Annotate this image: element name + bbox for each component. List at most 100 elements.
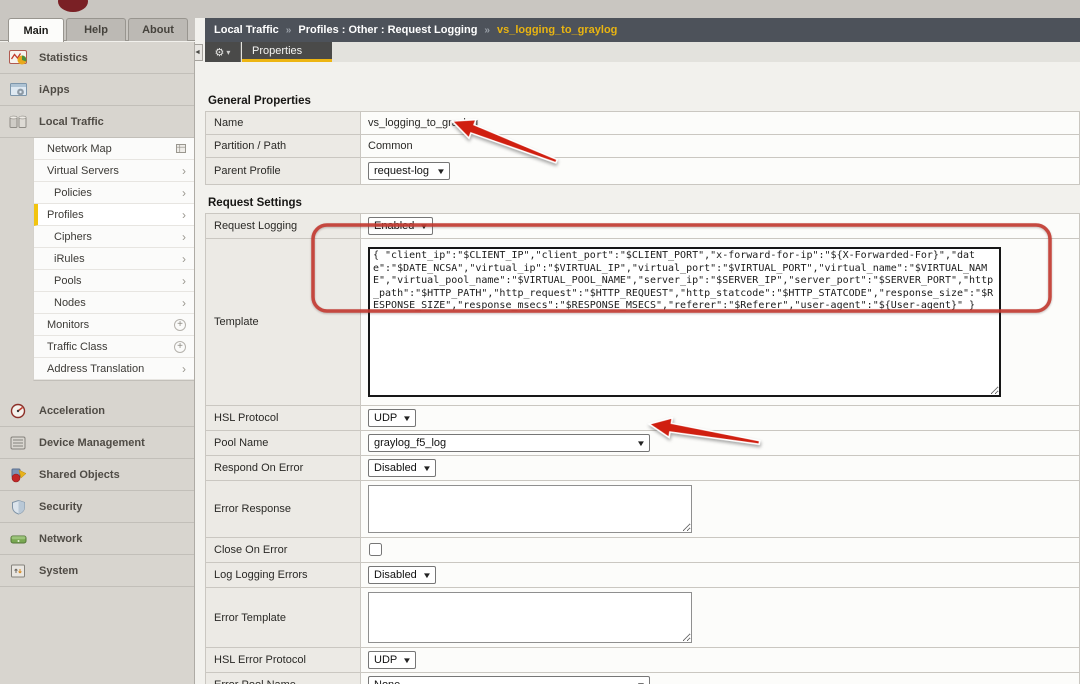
close-on-error-label: Close On Error	[205, 537, 361, 563]
table-row: Name vs_logging_to_graylog	[205, 111, 1080, 135]
tab-help[interactable]: Help	[66, 18, 126, 41]
table-row: HSL Protocol UDP ▼	[205, 405, 1080, 431]
error-response-label: Error Response	[205, 480, 361, 538]
tab-about[interactable]: About	[128, 18, 188, 41]
request-settings-table: Request Logging Enabled ▼ Template { "cl…	[205, 213, 1080, 684]
sidebar-item-address-translation[interactable]: Address Translation ›	[34, 358, 194, 380]
error-pool-name-label: Error Pool Name	[205, 672, 361, 684]
sidebar-item-nodes[interactable]: Nodes ›	[34, 292, 194, 314]
nav-tab-bar: Main Help About	[0, 18, 195, 42]
sub-item-label: Traffic Class	[47, 340, 108, 353]
table-row: Error Template	[205, 587, 1080, 648]
hsl-protocol-select[interactable]: UDP ▼	[368, 409, 417, 427]
sidebar-item-local-traffic[interactable]: Local Traffic	[0, 106, 194, 138]
chevron-right-icon: ›	[182, 229, 186, 244]
f5-logo-icon	[58, 0, 88, 12]
close-on-error-checkbox[interactable]	[369, 543, 382, 556]
sidebar-item-label: Shared Objects	[39, 468, 120, 481]
sidebar-item-security[interactable]: Security	[0, 491, 194, 523]
chevron-down-icon: ▼	[636, 681, 646, 684]
error-template-label: Error Template	[205, 587, 361, 648]
request-settings-title: Request Settings	[208, 197, 302, 209]
sidebar-item-ciphers[interactable]: Ciphers ›	[34, 226, 194, 248]
general-properties-table: Name vs_logging_to_graylog Partition / P…	[205, 111, 1080, 185]
template-textarea[interactable]: { "client_ip":"$CLIENT_IP","client_port"…	[368, 247, 1001, 397]
sidebar-item-label: System	[39, 564, 79, 577]
sidebar-item-network-map[interactable]: Network Map	[34, 138, 194, 160]
partition-path-value: Common	[368, 140, 413, 152]
gear-menu-button[interactable]: ⚙ ▾	[205, 42, 241, 62]
sidebar-item-irules[interactable]: iRules ›	[34, 248, 194, 270]
hsl-error-protocol-select[interactable]: UDP ▼	[368, 651, 417, 669]
table-row: Close On Error	[205, 537, 1080, 563]
chevron-right-icon: ›	[182, 207, 186, 222]
sub-item-label: Virtual Servers	[47, 164, 119, 177]
chevron-down-icon: ▼	[402, 655, 413, 665]
sidebar-item-monitors[interactable]: Monitors +	[34, 314, 194, 336]
sidebar-item-virtual-servers[interactable]: Virtual Servers ›	[34, 160, 194, 182]
chevron-down-icon: ▼	[419, 221, 430, 231]
respond-on-error-label: Respond On Error	[205, 455, 361, 481]
request-logging-select[interactable]: Enabled ▼	[368, 217, 434, 235]
sub-item-label: Ciphers	[54, 230, 92, 243]
table-row: Template { "client_ip":"$CLIENT_IP","cli…	[205, 238, 1080, 406]
breadcrumb-path[interactable]: Profiles : Other : Request Logging	[298, 24, 477, 36]
security-shield-icon	[12, 499, 25, 515]
sidebar-item-network[interactable]: Network	[0, 523, 194, 555]
chevron-right-icon: ›	[182, 295, 186, 310]
table-row: Pool Name graylog_f5_log ▼	[205, 430, 1080, 456]
error-template-textarea[interactable]	[368, 592, 692, 643]
sidebar-item-label: Local Traffic	[39, 115, 104, 128]
table-row: Log Logging Errors Disabled ▼	[205, 562, 1080, 588]
hsl-error-protocol-label: HSL Error Protocol	[205, 647, 361, 673]
tab-properties[interactable]: Properties	[242, 42, 332, 62]
table-row: Partition / Path Common	[205, 134, 1080, 158]
sub-item-label: Monitors	[47, 318, 90, 331]
breadcrumb: Local Traffic » Profiles : Other : Reque…	[205, 18, 1080, 42]
sidebar-item-device-management[interactable]: Device Management	[0, 427, 194, 459]
request-logging-label: Request Logging	[205, 213, 361, 239]
template-label: Template	[205, 238, 361, 406]
pool-name-label: Pool Name	[205, 430, 361, 456]
log-logging-errors-select[interactable]: Disabled ▼	[368, 566, 436, 584]
breadcrumb-separator: »	[285, 24, 292, 36]
chevron-right-icon: ›	[182, 273, 186, 288]
name-value: vs_logging_to_graylog	[368, 117, 479, 129]
respond-on-error-select[interactable]: Disabled ▼	[368, 459, 436, 477]
general-properties-title: General Properties	[208, 95, 311, 107]
sidebar-item-label: Device Management	[39, 436, 145, 449]
pool-name-select[interactable]: graylog_f5_log ▼	[368, 434, 650, 452]
breadcrumb-section[interactable]: Local Traffic	[214, 24, 279, 36]
sidebar-item-iapps[interactable]: iApps	[0, 74, 194, 106]
sidebar-item-statistics[interactable]: Statistics	[0, 42, 194, 74]
chevron-right-icon: ›	[182, 163, 186, 178]
sidebar-item-shared-objects[interactable]: Shared Objects	[0, 459, 194, 491]
error-pool-name-select[interactable]: None ▼	[368, 676, 650, 684]
chevron-right-icon: ›	[182, 361, 186, 376]
error-response-textarea[interactable]	[368, 485, 692, 533]
sidebar: Statistics iApps Local Traffic Network M…	[0, 42, 195, 684]
plus-circle-icon[interactable]: +	[174, 318, 186, 331]
sidebar-item-traffic-class[interactable]: Traffic Class +	[34, 336, 194, 358]
chevron-down-icon: ▼	[402, 413, 413, 423]
parent-profile-label: Parent Profile	[205, 157, 361, 185]
sidebar-item-profiles[interactable]: Profiles ›	[34, 204, 194, 226]
plus-circle-icon[interactable]: +	[174, 340, 186, 353]
sidebar-item-label: Acceleration	[39, 404, 106, 417]
parent-profile-select[interactable]: request-log ▼	[368, 162, 450, 180]
network-icon	[10, 535, 27, 543]
sidebar-item-acceleration[interactable]: Acceleration	[0, 395, 194, 427]
sidebar-item-pools[interactable]: Pools ›	[34, 270, 194, 292]
table-row: HSL Error Protocol UDP ▼	[205, 647, 1080, 673]
tab-main[interactable]: Main	[8, 18, 64, 42]
chevron-down-icon: ▼	[421, 570, 432, 580]
sidebar-item-system[interactable]: System	[0, 555, 194, 587]
iapps-icon	[10, 82, 27, 96]
profile-toolbar: ⚙ ▾ Properties	[205, 42, 1080, 62]
sidebar-item-label: iApps	[39, 83, 70, 96]
device-management-icon	[10, 436, 26, 449]
table-row: Request Logging Enabled ▼	[205, 213, 1080, 239]
sidebar-item-policies[interactable]: Policies ›	[34, 182, 194, 204]
local-traffic-icon	[9, 115, 27, 128]
shared-objects-icon	[11, 468, 27, 482]
